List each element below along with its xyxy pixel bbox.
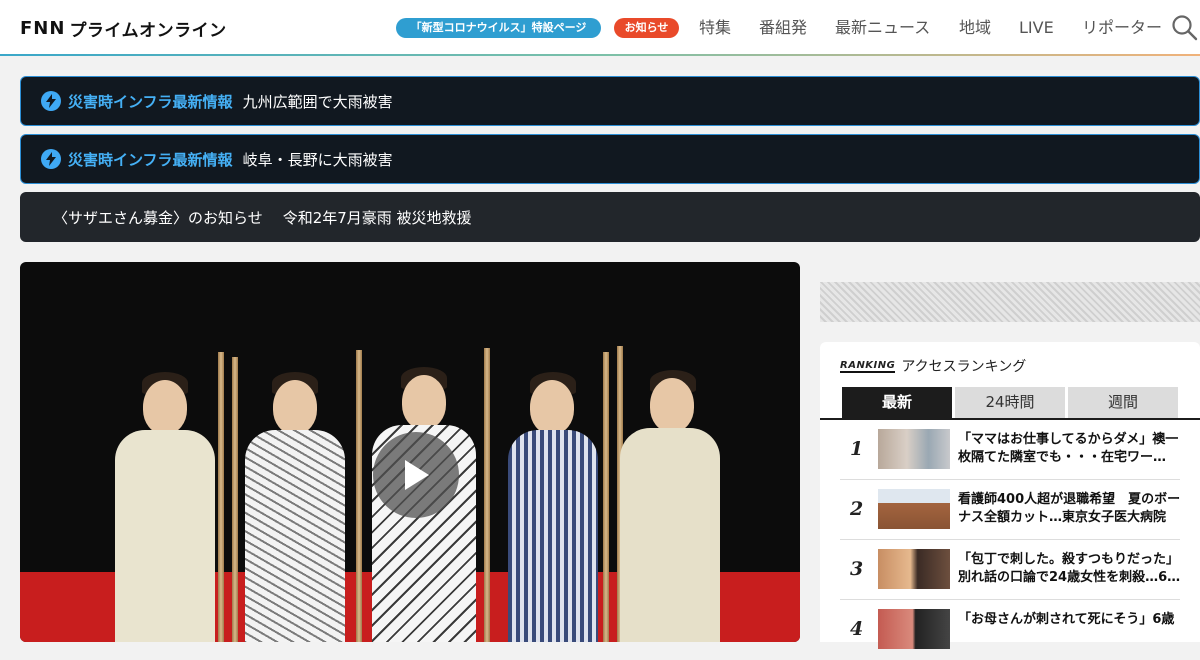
- tab-latest[interactable]: 最新: [842, 387, 952, 418]
- lightning-icon: [41, 149, 61, 169]
- ranking-tabs: 最新 24時間 週間: [842, 387, 1178, 418]
- tab-24h[interactable]: 24時間: [955, 387, 1065, 418]
- article-thumbnail: [878, 549, 950, 589]
- donation-banner[interactable]: 〈サザエさん募金〉のお知らせ 令和2年7月豪雨 被災地救援: [20, 192, 1200, 242]
- donation-title: 〈サザエさん募金〉のお知らせ: [53, 208, 263, 227]
- bamboo-pole: [356, 350, 362, 642]
- nav-programs[interactable]: 番組発: [759, 17, 807, 39]
- ranking-logo: RANKING: [840, 359, 896, 373]
- rank-number: 1: [850, 438, 864, 460]
- article-title: 「包丁で刺した。殺すつもりだった」別れ話の口論で24歳女性を刺殺…6…: [958, 552, 1181, 585]
- alert-tag: 災害時インフラ最新情報: [68, 150, 233, 169]
- nav-live[interactable]: LIVE: [1019, 17, 1054, 39]
- bamboo-pole: [484, 348, 490, 642]
- tab-weekly[interactable]: 週間: [1068, 387, 1178, 418]
- article-thumbnail: [878, 429, 950, 469]
- logo-text: プライムオンライン: [69, 20, 227, 41]
- search-icon[interactable]: [1171, 14, 1199, 42]
- bamboo-pole: [232, 357, 238, 642]
- nav-latest-news[interactable]: 最新ニュース: [835, 17, 930, 39]
- ranking-item[interactable]: 4 「お母さんが刺されて死にそう」6歳: [840, 600, 1180, 660]
- site-logo[interactable]: FNN プライムオンライン: [20, 17, 227, 41]
- header-divider: [0, 54, 1200, 56]
- article-title: 「ママはお仕事してるからダメ」襖一枚隔てた隣室でも・・・在宅ワー…: [958, 432, 1179, 465]
- alert-message: 岐阜・長野に大雨被害: [242, 150, 393, 169]
- play-icon: [405, 460, 429, 490]
- access-ranking-panel: RANKING アクセスランキング 最新 24時間 週間 1 「ママはお仕事して…: [820, 342, 1200, 649]
- ad-placeholder[interactable]: [820, 282, 1200, 322]
- rank-number: 2: [850, 498, 864, 520]
- ranking-item[interactable]: 3 「包丁で刺した。殺すつもりだった」別れ話の口論で24歳女性を刺殺…6…: [840, 540, 1180, 600]
- ranking-item[interactable]: 1 「ママはお仕事してるからダメ」襖一枚隔てた隣室でも・・・在宅ワー…: [840, 420, 1180, 480]
- article-thumbnail: [878, 489, 950, 529]
- lightning-icon: [41, 91, 61, 111]
- notice-link[interactable]: お知らせ: [614, 18, 679, 38]
- site-header: FNN プライムオンライン 「新型コロナウイルス」特設ページ お知らせ 特集 番…: [0, 0, 1200, 56]
- alert-tag: 災害時インフラ最新情報: [68, 92, 233, 111]
- featured-video[interactable]: [20, 262, 800, 642]
- rank-number: 4: [850, 618, 864, 640]
- rank-number: 3: [850, 558, 864, 580]
- disaster-alert-bar[interactable]: 災害時インフラ最新情報 岐阜・長野に大雨被害: [20, 134, 1200, 184]
- corona-special-page-link[interactable]: 「新型コロナウイルス」特設ページ: [396, 18, 601, 38]
- ranking-item[interactable]: 2 看護師400人超が退職希望 夏のボーナス全額カット…東京女子医大病院: [840, 480, 1180, 540]
- bamboo-pole: [603, 352, 609, 642]
- nav-features[interactable]: 特集: [699, 17, 731, 39]
- article-title: 「お母さんが刺されて死にそう」6歳: [958, 612, 1175, 627]
- disaster-alert-bar[interactable]: 災害時インフラ最新情報 九州広範囲で大雨被害: [20, 76, 1200, 126]
- bamboo-pole: [218, 352, 224, 642]
- alert-message: 九州広範囲で大雨被害: [242, 92, 393, 111]
- ranking-title: アクセスランキング: [901, 359, 1027, 375]
- play-button[interactable]: [373, 432, 459, 518]
- nav-reporter[interactable]: リポーター: [1082, 17, 1162, 39]
- article-thumbnail: [878, 609, 950, 649]
- nav-regions[interactable]: 地域: [959, 17, 991, 39]
- article-title: 看護師400人超が退職希望 夏のボーナス全額カット…東京女子医大病院: [958, 492, 1181, 525]
- logo-prefix: FNN: [20, 17, 66, 39]
- ranking-header: RANKING アクセスランキング: [840, 356, 1026, 376]
- donation-subtitle: 令和2年7月豪雨 被災地救援: [282, 208, 472, 227]
